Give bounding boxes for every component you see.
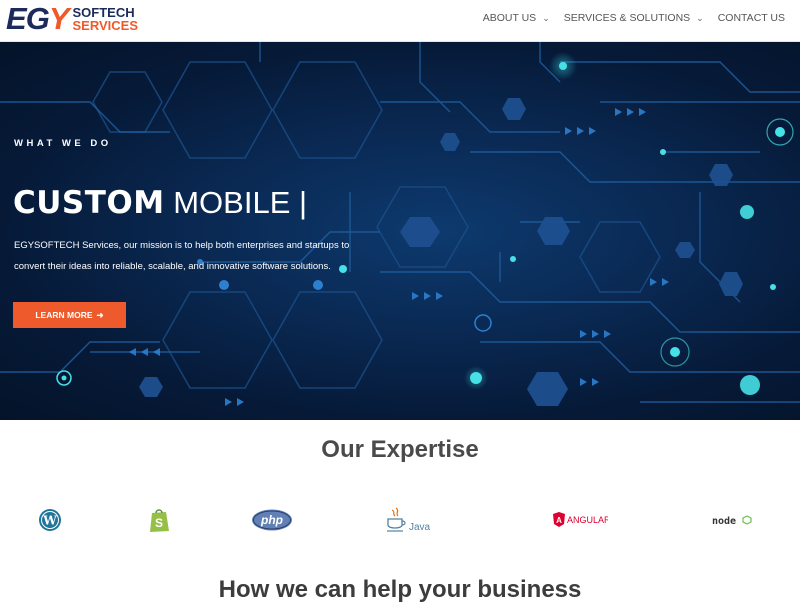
- svg-text:W: W: [42, 514, 57, 528]
- site-header: EGY SOFTECH SERVICES ABOUT US ⌄ SERVICES…: [0, 0, 800, 42]
- main-nav: ABOUT US ⌄ SERVICES & SOLUTIONS ⌄ CONTAC…: [469, 0, 785, 36]
- chevron-down-icon: ⌄: [696, 12, 704, 23]
- java-logo-text: Java: [409, 522, 431, 533]
- logo-line-2: SERVICES: [72, 18, 139, 33]
- arrow-right-icon: ➜: [96, 309, 104, 320]
- nodejs-icon: node: [712, 500, 754, 540]
- hero-description: EGYSOFTECH Services, our mission is to h…: [14, 240, 350, 272]
- hero-section: WHAT WE DO CUSTOM MOBILE | EGYSOFTECH Se…: [0, 42, 800, 420]
- java-icon: Java: [386, 500, 432, 540]
- chevron-down-icon: ⌄: [542, 12, 550, 23]
- php-logo-text: php: [260, 513, 283, 527]
- wordpress-icon: W: [37, 500, 63, 540]
- shopify-icon: S: [147, 500, 171, 540]
- nav-item-contact-us[interactable]: CONTACT US: [718, 12, 785, 24]
- logo-mark: EGY: [6, 1, 69, 36]
- svg-text:A: A: [556, 516, 562, 525]
- node-logo-text: node: [712, 516, 736, 527]
- hero-title-bold: CUSTOM: [13, 185, 165, 221]
- angular-icon: A ANGULAR: [552, 500, 608, 540]
- circuit-background: [0, 42, 800, 406]
- svg-text:S: S: [155, 516, 163, 530]
- nav-item-services-solutions[interactable]: SERVICES & SOLUTIONS ⌄: [564, 12, 704, 24]
- learn-more-label: LEARN MORE: [35, 310, 93, 320]
- nav-item-about-us[interactable]: ABOUT US ⌄: [483, 12, 550, 24]
- nav-label: SERVICES & SOLUTIONS: [563, 12, 691, 24]
- hero-title: CUSTOM MOBILE |: [13, 185, 307, 221]
- logo-wordmark: SOFTECH SERVICES: [73, 6, 139, 32]
- nav-label: CONTACT US: [717, 12, 785, 24]
- brand-logo[interactable]: EGY SOFTECH SERVICES: [6, 1, 139, 36]
- expertise-title: Our Expertise: [321, 436, 479, 463]
- php-icon: php: [251, 500, 293, 540]
- angular-logo-text: ANGULAR: [567, 515, 608, 525]
- hero-title-rest: MOBILE |: [173, 185, 308, 220]
- nav-label: ABOUT US: [482, 12, 537, 24]
- tech-logo-row: W S php Java A ANGULAR node: [0, 500, 800, 540]
- hero-eyebrow: WHAT WE DO: [14, 138, 112, 149]
- learn-more-button[interactable]: LEARN MORE ➜: [13, 302, 126, 328]
